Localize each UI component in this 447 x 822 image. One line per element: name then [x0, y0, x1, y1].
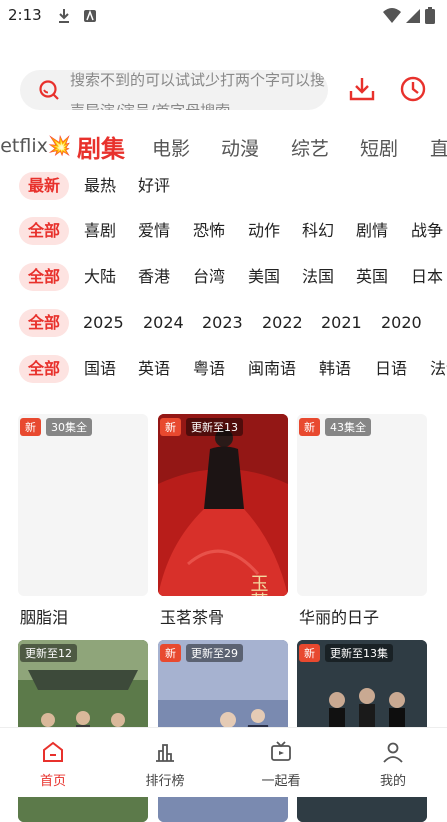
filter-row-region: 全部 大陆 香港 台湾 美国 法国 英国 日本 — [0, 263, 447, 299]
filter-option[interactable]: 粤语 — [193, 355, 225, 383]
poster-image — [297, 414, 427, 596]
episode-badge: 43集全 — [325, 418, 371, 436]
nav-home[interactable]: 首页 — [13, 728, 93, 797]
show-card[interactable]: 新 43集全 华丽的日子 — [297, 414, 427, 628]
filter-option[interactable]: 科幻 — [302, 217, 334, 245]
new-badge: 新 — [299, 418, 320, 436]
filter-chip-genre-active[interactable]: 全部 — [19, 217, 70, 245]
nav-profile[interactable]: 我的 — [353, 728, 433, 797]
episode-badge: 更新至12 — [20, 644, 77, 662]
filter-option[interactable]: 国语 — [84, 355, 116, 383]
chart-icon — [156, 744, 174, 762]
filter-row-year: 全部 2025 2024 2023 2022 2021 2020 — [0, 309, 447, 345]
filter-option[interactable]: 日语 — [375, 355, 407, 383]
tv-icon — [271, 741, 291, 761]
filter-chip-language-active[interactable]: 全部 — [19, 355, 70, 383]
filter-option[interactable]: 最热 — [84, 172, 116, 200]
nav-label: 首页 — [39, 774, 66, 789]
filter-option[interactable]: 法国 — [302, 263, 334, 291]
status-time: 2:13 — [8, 6, 42, 24]
battery-icon — [425, 7, 435, 24]
nav-label: 我的 — [379, 774, 406, 789]
poster-title-art: 玉茗茶骨 — [248, 574, 269, 596]
filter-option[interactable]: 恐怖 — [193, 217, 225, 245]
tab-anime[interactable]: 动漫 — [221, 134, 259, 161]
history-icon[interactable] — [399, 75, 427, 103]
show-card[interactable]: 玉茗茶骨 新 更新至13 玉茗茶骨 — [158, 414, 288, 628]
episode-badge: 更新至13集 — [325, 644, 393, 662]
filter-option[interactable]: 大陆 — [84, 263, 116, 291]
filter-option[interactable]: 法语 — [430, 355, 447, 383]
home-icon — [43, 741, 63, 762]
bottom-nav: 首页 排行榜 一起看 我的 — [0, 727, 447, 797]
search-icon — [39, 80, 59, 100]
nav-label: 一起看 — [261, 774, 301, 789]
new-badge: 新 — [20, 418, 41, 436]
filter-option[interactable]: 美国 — [248, 263, 280, 291]
filter-option[interactable]: 2021 — [321, 309, 362, 337]
filter-option[interactable]: 动作 — [248, 217, 280, 245]
show-title: 胭脂泪 — [20, 608, 69, 627]
filter-option[interactable]: 2024 — [143, 309, 184, 337]
show-card[interactable]: 更新至12 — [18, 640, 148, 822]
filter-chip-year-active[interactable]: 全部 — [19, 309, 70, 337]
show-card[interactable]: 新 更新至29 — [158, 640, 288, 822]
tab-movies[interactable]: 电影 — [152, 134, 190, 161]
new-badge: 新 — [299, 644, 320, 662]
tab-netflix[interactable]: Netflix💥 — [0, 134, 72, 157]
show-card[interactable]: 新 30集全 胭脂泪 — [18, 414, 148, 628]
show-title: 玉茗茶骨 — [160, 608, 225, 627]
new-badge: 新 — [160, 644, 181, 662]
tab-live[interactable]: 直播 — [430, 134, 447, 161]
nav-label: 排行榜 — [145, 774, 185, 789]
search-input[interactable]: 搜索不到的可以试试少打两个字可以搜声导演/演员/首字母搜索 — [20, 70, 328, 110]
filter-option[interactable]: 2025 — [83, 309, 124, 337]
app-status-icon — [84, 9, 96, 22]
filter-option[interactable]: 战争 — [411, 217, 443, 245]
category-tabs: Netflix💥 剧集 电影 动漫 综艺 短剧 直播 — [0, 124, 447, 168]
tab-variety[interactable]: 综艺 — [291, 134, 329, 161]
filter-option[interactable]: 韩语 — [319, 355, 351, 383]
filter-option[interactable]: 日本 — [411, 263, 443, 291]
filter-chip-sort-active[interactable]: 最新 — [19, 172, 70, 200]
search-placeholder: 搜索不到的可以试试少打两个字可以搜声导演/演员/首字母搜索 — [70, 71, 326, 110]
user-icon — [383, 742, 403, 763]
show-title: 华丽的日子 — [299, 608, 380, 627]
filter-option[interactable]: 好评 — [138, 172, 170, 200]
filter-option[interactable]: 2020 — [381, 309, 422, 337]
filter-chip-region-active[interactable]: 全部 — [19, 263, 70, 291]
nav-watch-together[interactable]: 一起看 — [241, 728, 321, 797]
filter-option[interactable]: 台湾 — [193, 263, 225, 291]
filter-row-language: 全部 国语 英语 粤语 闽南语 韩语 日语 法语 — [0, 355, 447, 391]
new-badge: 新 — [160, 418, 181, 436]
filter-option[interactable]: 香港 — [138, 263, 170, 291]
episode-badge: 更新至13 — [186, 418, 243, 436]
status-bar: 2:13 — [0, 0, 447, 32]
poster-image — [18, 414, 148, 596]
signal-icon — [406, 9, 420, 23]
filter-option[interactable]: 闽南语 — [248, 355, 296, 383]
filter-option[interactable]: 剧情 — [356, 217, 388, 245]
episode-badge: 30集全 — [46, 418, 92, 436]
filter-option[interactable]: 英语 — [138, 355, 170, 383]
filter-row-genre: 全部 喜剧 爱情 恐怖 动作 科幻 剧情 战争 — [0, 217, 447, 253]
wifi-icon — [383, 8, 401, 23]
show-card[interactable]: 新 更新至13集 — [297, 640, 427, 822]
filter-option[interactable]: 2023 — [202, 309, 243, 337]
tab-series[interactable]: 剧集 — [77, 129, 125, 164]
nav-ranking[interactable]: 排行榜 — [125, 728, 205, 797]
filter-option[interactable]: 爱情 — [138, 217, 170, 245]
tab-short-drama[interactable]: 短剧 — [360, 134, 398, 161]
episode-badge: 更新至29 — [186, 644, 243, 662]
filter-option[interactable]: 喜剧 — [84, 217, 116, 245]
download-status-icon — [59, 9, 69, 23]
download-icon[interactable] — [348, 75, 376, 103]
filter-option[interactable]: 2022 — [262, 309, 303, 337]
filter-row-sort: 最新 最热 好评 — [0, 172, 447, 208]
filter-option[interactable]: 英国 — [356, 263, 388, 291]
poster-image: 玉茗茶骨 — [158, 414, 288, 596]
